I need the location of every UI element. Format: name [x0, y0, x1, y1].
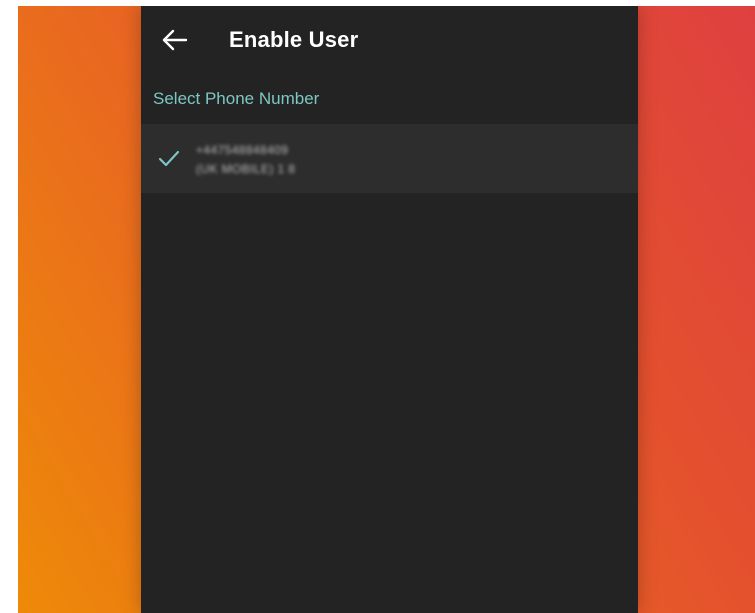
background-gradient: Enable User Select Phone Number +4475488… [18, 6, 755, 613]
select-phone-number-label: Select Phone Number [153, 89, 320, 108]
page-title: Enable User [229, 27, 359, 52]
back-button[interactable] [159, 24, 191, 56]
phone-number-detail: (UK MOBILE) 1 8 [196, 162, 296, 176]
check-icon [158, 150, 180, 167]
app-header: Enable User [141, 6, 638, 76]
phone-number-value: +447548848409 [196, 143, 289, 157]
enable-user-panel: Enable User Select Phone Number +4475488… [141, 6, 638, 613]
phone-number-row[interactable]: +447548848409 (UK MOBILE) 1 8 [141, 124, 638, 193]
arrow-left-icon [162, 29, 188, 51]
